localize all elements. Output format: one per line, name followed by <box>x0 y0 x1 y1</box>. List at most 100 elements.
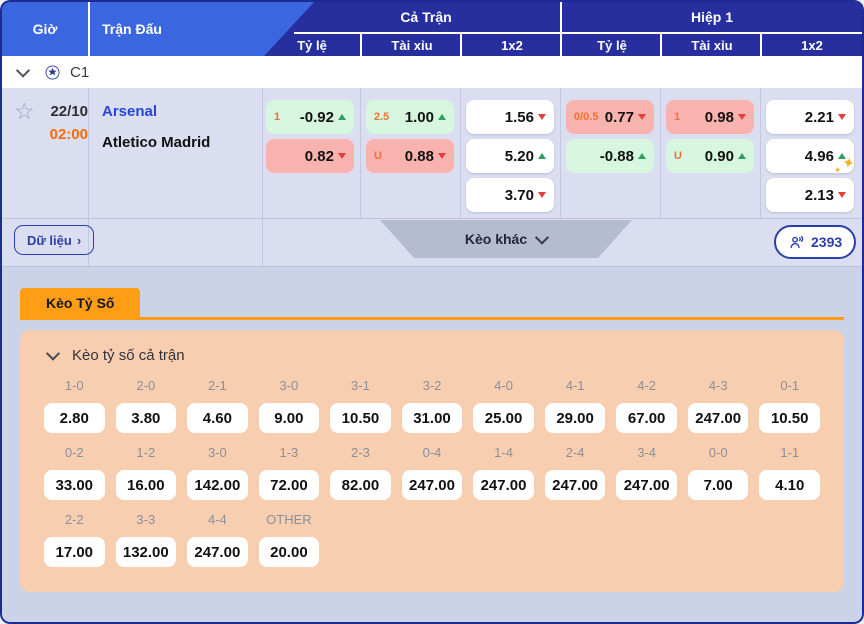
score-odd-pill[interactable]: 16.00 <box>116 470 177 500</box>
score-odd-pill[interactable]: 247.00 <box>616 470 677 500</box>
score-odd-pill[interactable]: 10.50 <box>759 403 820 433</box>
tab-score-odds-label: Kèo Tỷ Số <box>46 295 114 311</box>
odds-line-label: 0/0.5 <box>574 111 598 123</box>
score-odd-pill[interactable]: 72.00 <box>259 470 320 500</box>
score-odd-pill[interactable]: 247.00 <box>545 470 606 500</box>
arrow-down-icon <box>838 192 846 198</box>
arrow-down-icon <box>338 153 346 159</box>
score-odd-pill[interactable]: 17.00 <box>44 537 105 567</box>
score-label: 4-1 <box>545 378 606 394</box>
chevron-right-icon: › <box>77 233 81 248</box>
score-odd-pill[interactable]: 29.00 <box>545 403 606 433</box>
away-team-name[interactable]: Atletico Madrid <box>102 134 210 151</box>
column-divider <box>460 88 461 218</box>
odds-value: 0.77 <box>605 109 634 126</box>
score-odd-pill[interactable]: 67.00 <box>616 403 677 433</box>
score-odd-pill[interactable]: 247.00 <box>402 470 463 500</box>
odds-value: 2.21 <box>805 109 834 126</box>
odds-line-label: 1 <box>274 111 280 123</box>
score-label: 1-1 <box>759 445 820 461</box>
arrow-up-icon <box>738 153 746 159</box>
odds-line-label: U <box>374 150 382 162</box>
odds-value: 3.70 <box>505 187 534 204</box>
home-team-name[interactable]: Arsenal <box>102 103 157 120</box>
odds-cell[interactable]: 2.13 <box>766 178 854 212</box>
sparkle-icon: ✦ <box>833 165 842 175</box>
header-divider <box>560 2 562 56</box>
score-odd-pill[interactable]: 3.80 <box>116 403 177 433</box>
score-odd-pill[interactable]: 7.00 <box>688 470 749 500</box>
column-divider <box>660 88 661 218</box>
score-odd-pill[interactable]: 247.00 <box>187 537 248 567</box>
score-odd-pill[interactable]: 33.00 <box>44 470 105 500</box>
score-label: 2-0 <box>116 378 177 394</box>
col-header-time: Giờ <box>2 2 88 56</box>
viewers-count: 2393 <box>811 234 842 250</box>
odds-cell[interactable]: U0.88 <box>366 139 454 173</box>
odds-cell[interactable]: 0.82 <box>266 139 354 173</box>
odds-cell[interactable]: U0.90 <box>666 139 754 173</box>
column-divider <box>760 88 761 218</box>
arrow-down-icon <box>538 114 546 120</box>
score-odd-pill[interactable]: 247.00 <box>688 403 749 433</box>
score-odd-pill[interactable]: 10.50 <box>330 403 391 433</box>
score-odd-pill[interactable]: 247.00 <box>473 470 534 500</box>
score-label: 1-3 <box>259 445 320 461</box>
odds-column-full-handicap: 1-0.92 0.82 <box>266 88 354 218</box>
odds-value: 1.56 <box>505 109 534 126</box>
arrow-up-icon <box>438 114 446 120</box>
score-label: 4-2 <box>616 378 677 394</box>
col-header-half-overunder: Tài xỉu <box>662 34 762 56</box>
score-panel-title: Kèo tỷ số cả trận <box>72 347 185 364</box>
chevron-down-icon[interactable] <box>16 64 30 78</box>
odds-value: 0.98 <box>705 109 734 126</box>
score-label: 0-4 <box>402 445 463 461</box>
score-label: 0-2 <box>44 445 105 461</box>
score-odd-pill[interactable]: 142.00 <box>187 470 248 500</box>
odds-cell[interactable]: 1.56 <box>466 100 554 134</box>
data-button-label: Dữ liệu <box>27 233 72 248</box>
odds-column-half-1x2: 2.214.962.13 <box>766 88 854 218</box>
score-label: 3-0 <box>259 378 320 394</box>
score-odd-pill[interactable]: 31.00 <box>402 403 463 433</box>
col-header-full-handicap: Tỷ lệ <box>262 34 362 56</box>
score-odd-pill[interactable]: 82.00 <box>330 470 391 500</box>
betting-widget: Giờ Trận Đấu Cả Trận Hiệp 1 Tỷ lệ Tài xỉ… <box>0 0 864 624</box>
odds-cell[interactable]: -0.88 <box>566 139 654 173</box>
score-pill-row: 17.00 132.00 247.00 20.00 <box>44 537 820 567</box>
column-divider <box>262 88 263 266</box>
header-divider <box>460 34 462 56</box>
odds-cell[interactable]: 0/0.5 0.77 <box>566 100 654 134</box>
odds-value: 0.90 <box>705 148 734 165</box>
odds-cell[interactable]: 10.98 <box>666 100 754 134</box>
match-time: 02:00 <box>32 126 88 143</box>
score-odd-pill[interactable]: 132.00 <box>116 537 177 567</box>
arrow-down-icon <box>538 192 546 198</box>
col-header-half-1x2: 1x2 <box>762 34 862 56</box>
viewers-pill[interactable]: 2393 <box>774 225 856 259</box>
score-panel-header[interactable]: Kèo tỷ số cả trận <box>44 344 820 366</box>
score-odd-pill[interactable]: 25.00 <box>473 403 534 433</box>
score-label: 3-2 <box>402 378 463 394</box>
odds-cell[interactable]: 2.21 <box>766 100 854 134</box>
score-odd-pill[interactable]: 4.10 <box>759 470 820 500</box>
score-odd-pill[interactable]: 20.00 <box>259 537 320 567</box>
odds-cell[interactable]: 3.70 <box>466 178 554 212</box>
league-bar[interactable]: C1 <box>2 56 862 89</box>
odds-cell[interactable]: 2.51.00 <box>366 100 454 134</box>
column-divider <box>560 88 561 218</box>
score-odd-pill[interactable]: 2.80 <box>44 403 105 433</box>
more-odds-button[interactable]: Kèo khác <box>380 220 632 258</box>
odds-cell[interactable]: 5.20 <box>466 139 554 173</box>
score-label: OTHER <box>259 512 320 528</box>
odds-cell[interactable]: 1-0.92 <box>266 100 354 134</box>
arrow-up-icon <box>338 114 346 120</box>
data-button[interactable]: Dữ liệu › <box>14 225 94 255</box>
score-odd-pill[interactable]: 9.00 <box>259 403 320 433</box>
score-pill-row: 2.80 3.80 4.60 9.00 10.50 31.00 25.00 29.00 67.0… <box>44 403 820 433</box>
league-logo-icon <box>44 64 60 80</box>
col-header-match: Trận Đấu <box>102 2 162 56</box>
odds-line-label: 2.5 <box>374 111 389 123</box>
score-odd-pill[interactable]: 4.60 <box>187 403 248 433</box>
tab-score-odds[interactable]: Kèo Tỷ Số <box>20 288 140 318</box>
